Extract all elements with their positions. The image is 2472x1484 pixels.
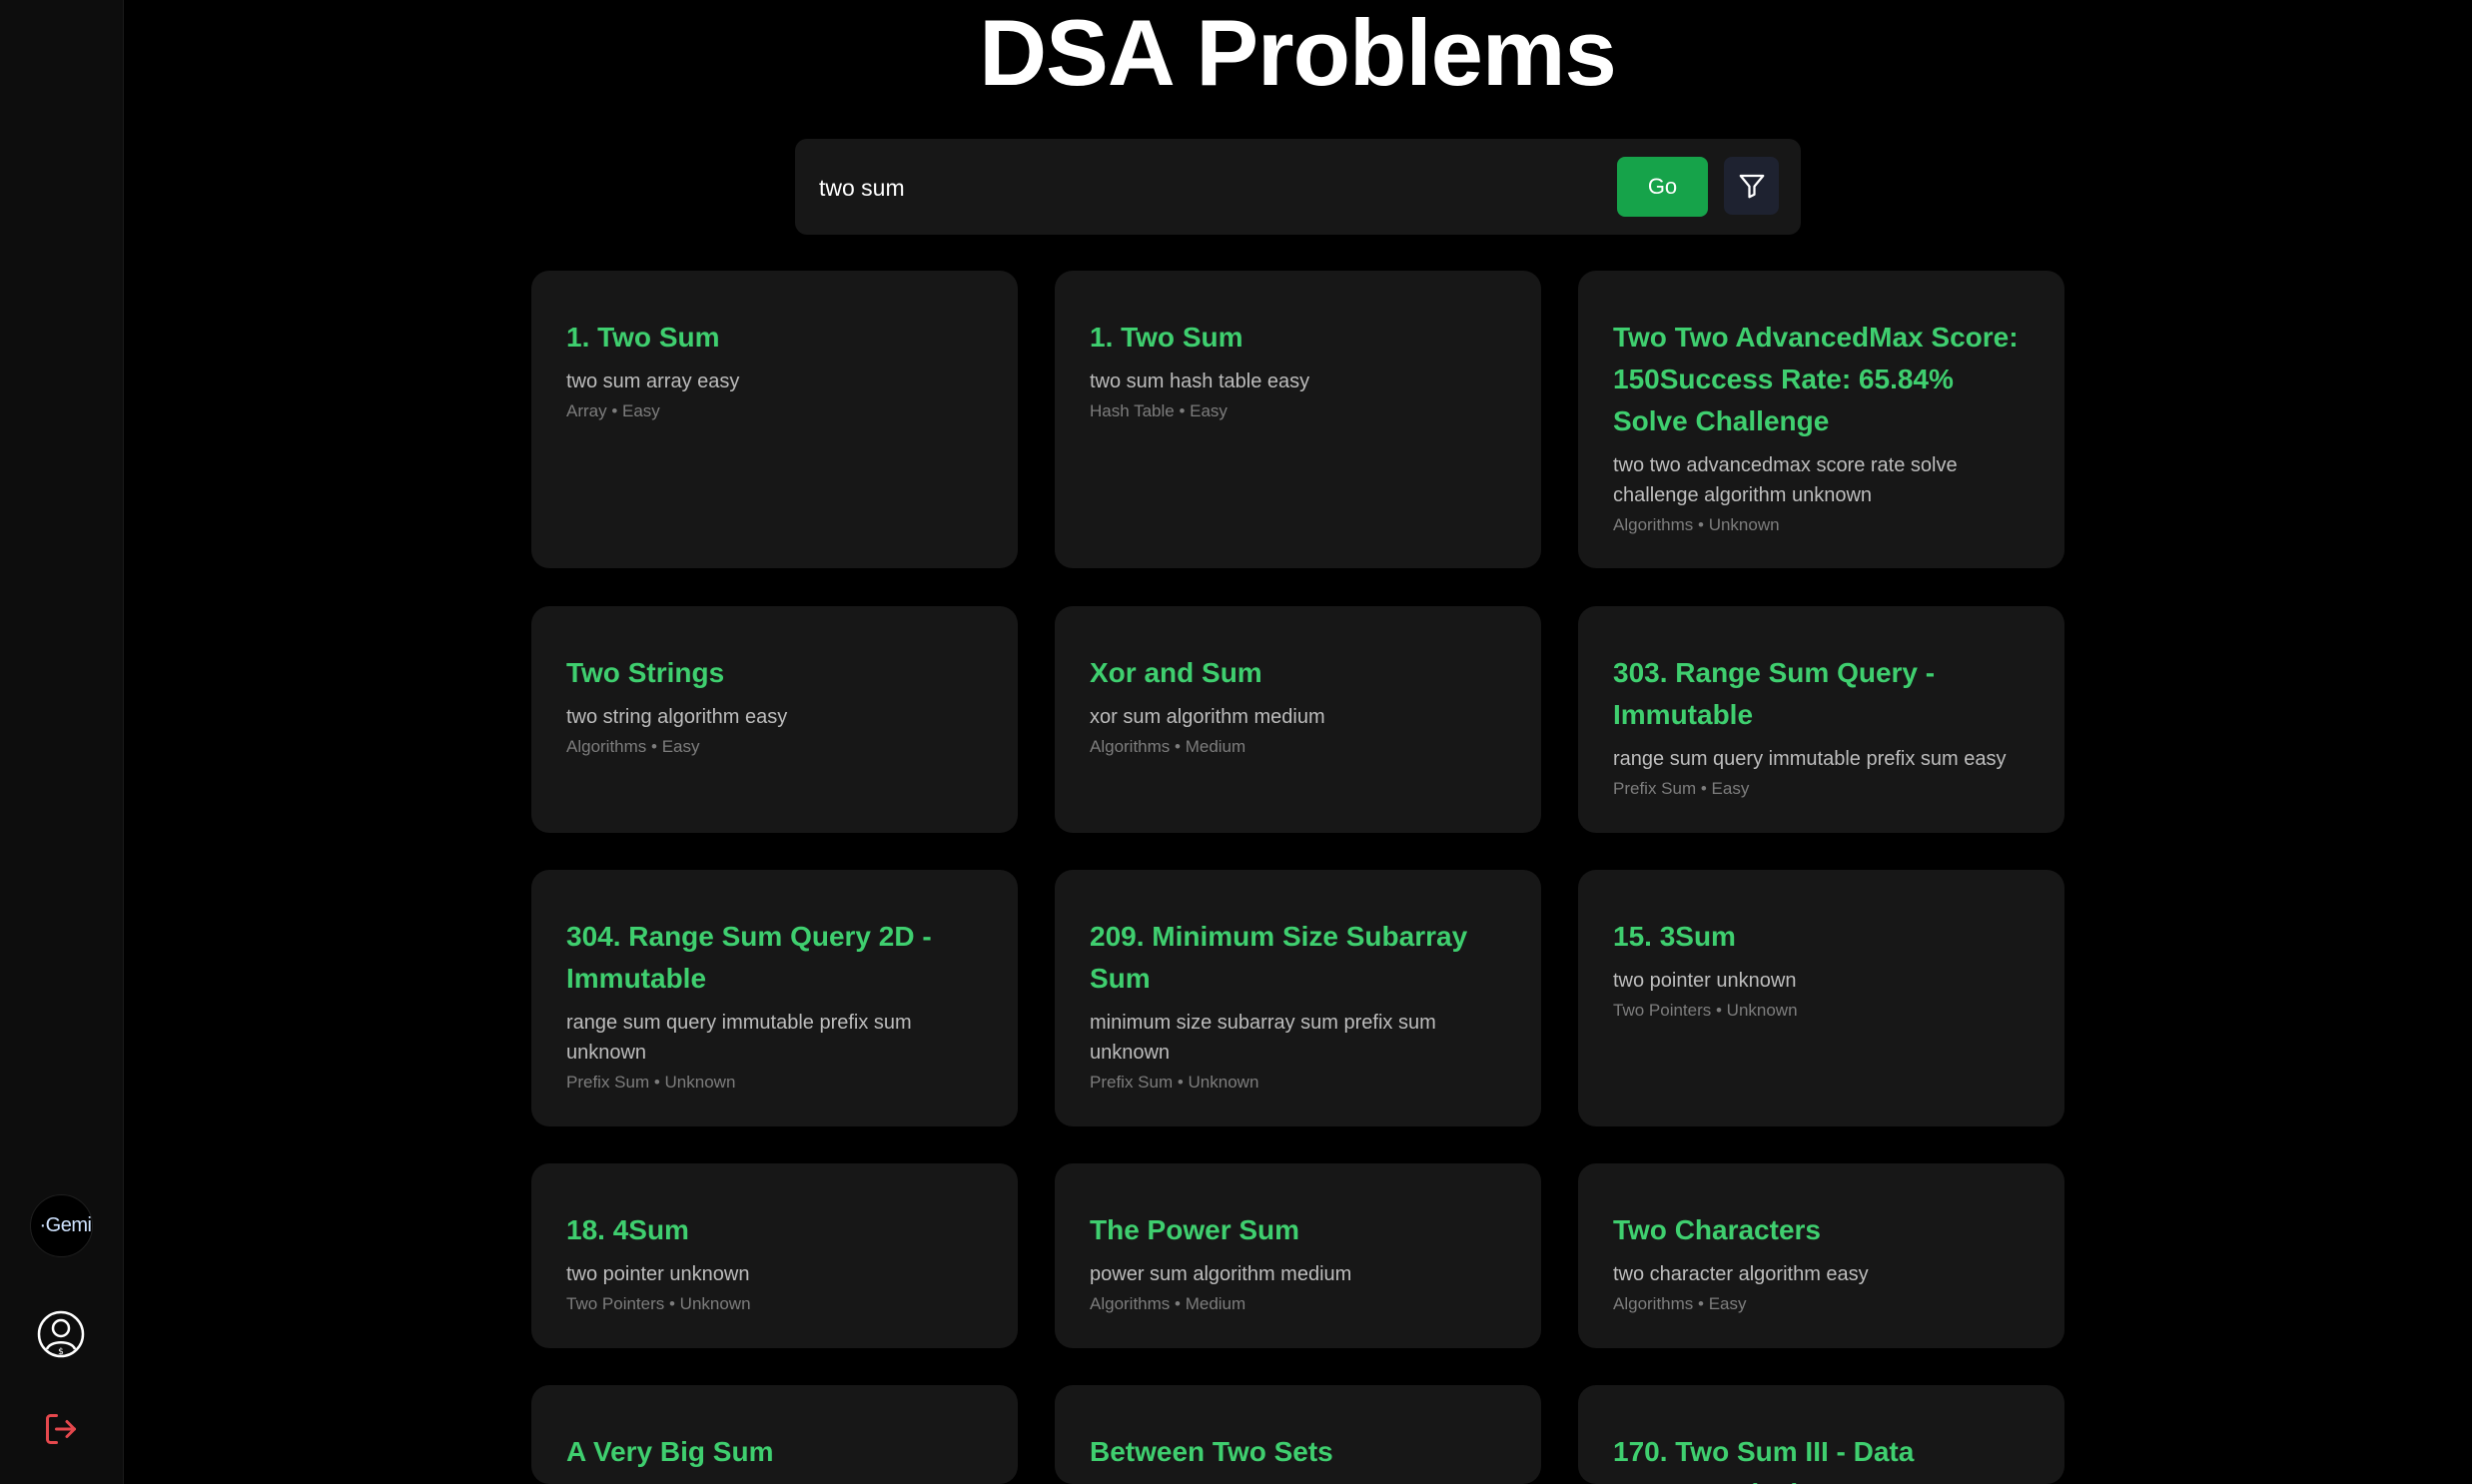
problem-title: Between Two Sets	[1090, 1436, 1333, 1467]
problem-description: two two advancedmax score rate solve cha…	[1613, 454, 1958, 506]
problem-card[interactable]: A Very Big Sum	[531, 1385, 1018, 1484]
problem-meta: Hash Table • Easy	[1090, 401, 1228, 420]
problem-meta: Prefix Sum • Easy	[1613, 779, 1750, 798]
problem-meta: Algorithms • Medium	[1090, 737, 1246, 756]
problem-meta: Prefix Sum • Unknown	[566, 1073, 736, 1092]
problem-description: two string algorithm easy	[566, 706, 788, 728]
problem-meta: Algorithms • Medium	[1090, 1294, 1246, 1313]
problem-card[interactable]: 303. Range Sum Query - Immutable range s…	[1578, 606, 2064, 833]
problem-description: two character algorithm easy	[1613, 1263, 1869, 1285]
problem-title: Two Two AdvancedMax Score: 150Success Ra…	[1613, 322, 2019, 436]
problem-card[interactable]: Two Strings two string algorithm easy Al…	[531, 606, 1018, 833]
problem-card[interactable]: Two Two AdvancedMax Score: 150Success Ra…	[1578, 271, 2064, 568]
problem-description: power sum algorithm medium	[1090, 1263, 1352, 1285]
filter-button[interactable]	[1724, 157, 1779, 215]
problem-card[interactable]: The Power Sum power sum algorithm medium…	[1055, 1163, 1541, 1348]
problem-meta: Array • Easy	[566, 401, 660, 420]
problem-description: minimum size subarray sum prefix sum unk…	[1090, 1012, 1436, 1064]
problem-card[interactable]: 18. 4Sum two pointer unknown Two Pointer…	[531, 1163, 1018, 1348]
main-content: DSA Problems Go 1. Two Sum two sum array…	[123, 0, 2472, 1484]
problem-card[interactable]: 1. Two Sum two sum hash table easy Hash …	[1055, 271, 1541, 568]
problem-card[interactable]: 1. Two Sum two sum array easy Array • Ea…	[531, 271, 1018, 568]
problem-meta: Two Pointers • Unknown	[1613, 1001, 1798, 1020]
problem-title: The Power Sum	[1090, 1214, 1300, 1245]
problem-title: 209. Minimum Size Subarray Sum	[1090, 921, 1468, 994]
problem-card[interactable]: Xor and Sum xor sum algorithm medium Alg…	[1055, 606, 1541, 833]
problem-title: 1. Two Sum	[566, 322, 720, 353]
gemini-label: ·Gemi	[39, 1214, 92, 1236]
problem-meta: Algorithms • Easy	[566, 737, 700, 756]
problem-title: 1. Two Sum	[1090, 322, 1243, 353]
sidebar: ·Gemi $	[0, 0, 124, 1484]
problem-title: 304. Range Sum Query 2D - Immutable	[566, 921, 932, 994]
problem-meta: Algorithms • Unknown	[1613, 515, 1780, 534]
problem-card[interactable]: 304. Range Sum Query 2D - Immutable rang…	[531, 870, 1018, 1126]
svg-text:$: $	[58, 1347, 64, 1357]
problem-card[interactable]: 15. 3Sum two pointer unknown Two Pointer…	[1578, 870, 2064, 1126]
gemini-button[interactable]: ·Gemi	[30, 1194, 93, 1257]
filter-icon	[1739, 174, 1764, 199]
problem-title: A Very Big Sum	[566, 1436, 774, 1467]
problem-description: two pointer unknown	[1613, 970, 1797, 992]
problem-description: range sum query immutable prefix sum eas…	[1613, 748, 2007, 770]
problem-description: range sum query immutable prefix sum unk…	[566, 1012, 912, 1064]
problem-title: 170. Two Sum III - Data structure design	[1613, 1436, 1915, 1484]
problem-description: two sum array easy	[566, 371, 740, 392]
search-bar: Go	[795, 139, 1801, 235]
problem-title: 303. Range Sum Query - Immutable	[1613, 657, 1936, 730]
problem-title: Two Strings	[566, 657, 725, 688]
problem-card[interactable]: Between Two Sets	[1055, 1385, 1541, 1484]
problem-title: 18. 4Sum	[566, 1214, 689, 1245]
problem-description: xor sum algorithm medium	[1090, 706, 1325, 728]
logout-icon	[45, 1413, 76, 1444]
problem-description: two pointer unknown	[566, 1263, 750, 1285]
problem-meta: Prefix Sum • Unknown	[1090, 1073, 1259, 1092]
profile-button[interactable]: $	[30, 1303, 91, 1364]
problem-title: 15. 3Sum	[1613, 921, 1736, 952]
user-profile-icon: $	[37, 1310, 84, 1357]
problem-card[interactable]: Two Characters two character algorithm e…	[1578, 1163, 2064, 1348]
search-input[interactable]	[817, 163, 1580, 213]
go-button[interactable]: Go	[1617, 157, 1708, 217]
problem-card[interactable]: 170. Two Sum III - Data structure design	[1578, 1385, 2064, 1484]
problem-title: Two Characters	[1613, 1214, 1821, 1245]
logout-button[interactable]	[30, 1398, 91, 1459]
problem-meta: Algorithms • Easy	[1613, 1294, 1747, 1313]
problem-card[interactable]: 209. Minimum Size Subarray Sum minimum s…	[1055, 870, 1541, 1126]
page-title: DSA Problems	[979, 0, 1616, 105]
problem-meta: Two Pointers • Unknown	[566, 1294, 751, 1313]
problem-title: Xor and Sum	[1090, 657, 1262, 688]
problem-description: two sum hash table easy	[1090, 371, 1310, 392]
